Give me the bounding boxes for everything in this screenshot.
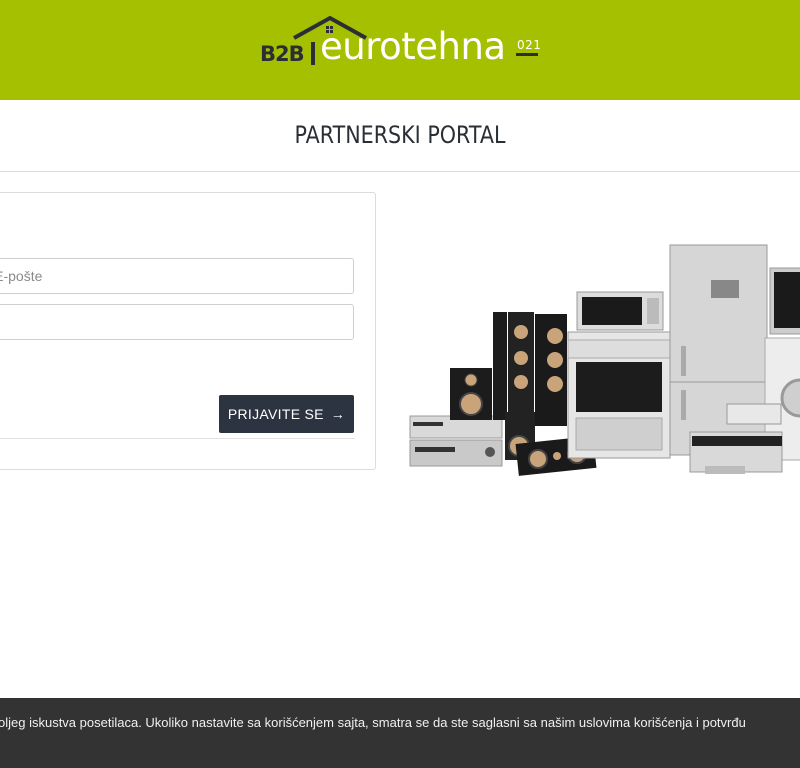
appliances-image <box>409 244 800 476</box>
logo-number-underline <box>516 53 538 56</box>
logo-b2b-text: B2B <box>260 42 305 66</box>
header-bar: B2B eurotehna 021 <box>0 0 800 100</box>
login-panel-divider <box>0 438 355 439</box>
cookie-notice-bar: oljeg iskustva posetilaca. Ukoliko nasta… <box>0 698 800 768</box>
page-title: PARTNERSKI PORTAL <box>294 121 506 149</box>
login-button[interactable]: PRIJAVITE SE → <box>219 395 354 433</box>
logo-wordmark: eurotehna <box>320 25 506 68</box>
password-field[interactable] <box>0 304 354 340</box>
title-row: PARTNERSKI PORTAL <box>0 100 800 172</box>
eurotehna-logo[interactable]: B2B eurotehna 021 <box>260 12 550 72</box>
logo-number: 021 <box>517 38 542 52</box>
email-field[interactable] <box>0 258 354 294</box>
cookie-notice-text: oljeg iskustva posetilaca. Ukoliko nasta… <box>0 715 746 730</box>
logo-divider <box>311 42 315 65</box>
login-button-label: PRIJAVITE SE <box>227 406 324 422</box>
arrow-right-icon: → <box>330 406 346 422</box>
